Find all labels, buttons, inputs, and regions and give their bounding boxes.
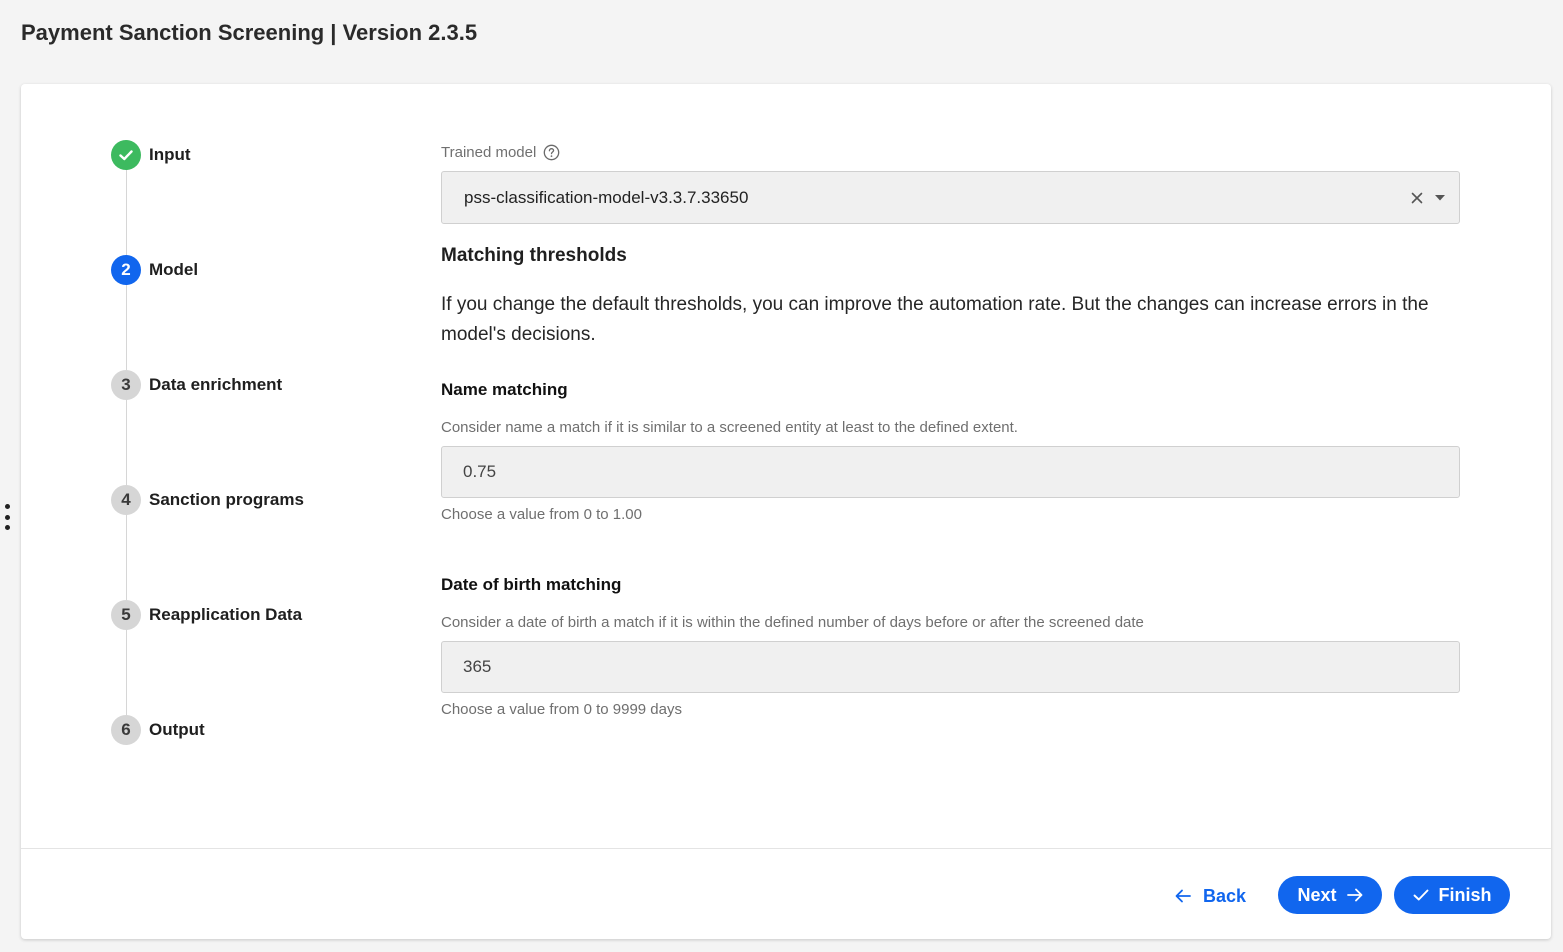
- app-title: Payment Sanction Screening | Version 2.3…: [21, 20, 478, 45]
- more-options-icon[interactable]: [3, 504, 11, 530]
- step-reapplication-data[interactable]: 5 Reapplication Data: [111, 600, 302, 630]
- checkmark-icon: [1413, 889, 1428, 901]
- step-label: Reapplication Data: [149, 605, 303, 624]
- step-connector: [126, 170, 127, 255]
- finish-button[interactable]: Finish: [1394, 876, 1510, 914]
- back-label: Back: [1203, 885, 1247, 906]
- dob-matching-heading: Date of birth matching: [441, 575, 622, 594]
- matching-thresholds-heading: Matching thresholds: [441, 245, 627, 266]
- step-input[interactable]: Input: [111, 140, 191, 170]
- name-matching-input[interactable]: 0.75: [441, 446, 1460, 498]
- clear-icon[interactable]: [1411, 192, 1423, 204]
- checkmark-icon: [111, 140, 141, 170]
- trained-model-label-row: Trained model: [441, 144, 1460, 161]
- step-number: 3: [111, 370, 141, 400]
- step-label: Input: [149, 145, 191, 164]
- arrow-right-icon: [1346, 888, 1362, 902]
- help-icon[interactable]: [543, 144, 560, 161]
- step-number: 6: [111, 715, 141, 745]
- step-connector: [126, 630, 127, 715]
- footer-divider: [21, 848, 1551, 849]
- matching-thresholds-description: If you change the default thresholds, yo…: [441, 294, 1429, 345]
- next-label: Next: [1297, 884, 1337, 905]
- chevron-down-icon[interactable]: [1435, 194, 1445, 201]
- trained-model-label: Trained model: [441, 144, 537, 161]
- step-label: Model: [149, 260, 199, 279]
- dob-matching-input[interactable]: 365: [441, 641, 1460, 693]
- step-model[interactable]: 2 Model: [111, 255, 198, 285]
- back-button[interactable]: Back: [1175, 877, 1246, 915]
- step-connector: [126, 285, 127, 370]
- dob-matching-description: Consider a date of birth a match if it i…: [441, 614, 1144, 631]
- wizard-card: Input 2 Model 3 Data enrichment 4 Sancti…: [21, 84, 1551, 939]
- step-number: 4: [111, 485, 141, 515]
- dob-matching-hint: Choose a value from 0 to 9999 days: [441, 701, 682, 718]
- name-matching-hint: Choose a value from 0 to 1.00: [441, 506, 642, 523]
- name-matching-heading: Name matching: [441, 380, 568, 399]
- step-number: 5: [111, 600, 141, 630]
- step-label: Output: [149, 720, 205, 739]
- model-form: Trained model pss-classification-model-v…: [441, 144, 1460, 718]
- step-label: Data enrichment: [149, 375, 283, 394]
- trained-model-select[interactable]: pss-classification-model-v3.3.7.33650: [441, 171, 1460, 224]
- step-connector: [126, 515, 127, 600]
- finish-label: Finish: [1438, 884, 1492, 905]
- next-button[interactable]: Next: [1278, 876, 1382, 914]
- arrow-left-icon: [1175, 889, 1191, 903]
- step-label: Sanction programs: [149, 490, 304, 509]
- step-connector: [126, 400, 127, 485]
- step-sanction-programs[interactable]: 4 Sanction programs: [111, 485, 304, 515]
- name-matching-description: Consider name a match if it is similar t…: [441, 419, 1018, 436]
- trained-model-value: pss-classification-model-v3.3.7.33650: [464, 187, 749, 207]
- step-data-enrichment[interactable]: 3 Data enrichment: [111, 370, 282, 400]
- step-number: 2: [111, 255, 141, 285]
- step-output[interactable]: 6 Output: [111, 715, 205, 745]
